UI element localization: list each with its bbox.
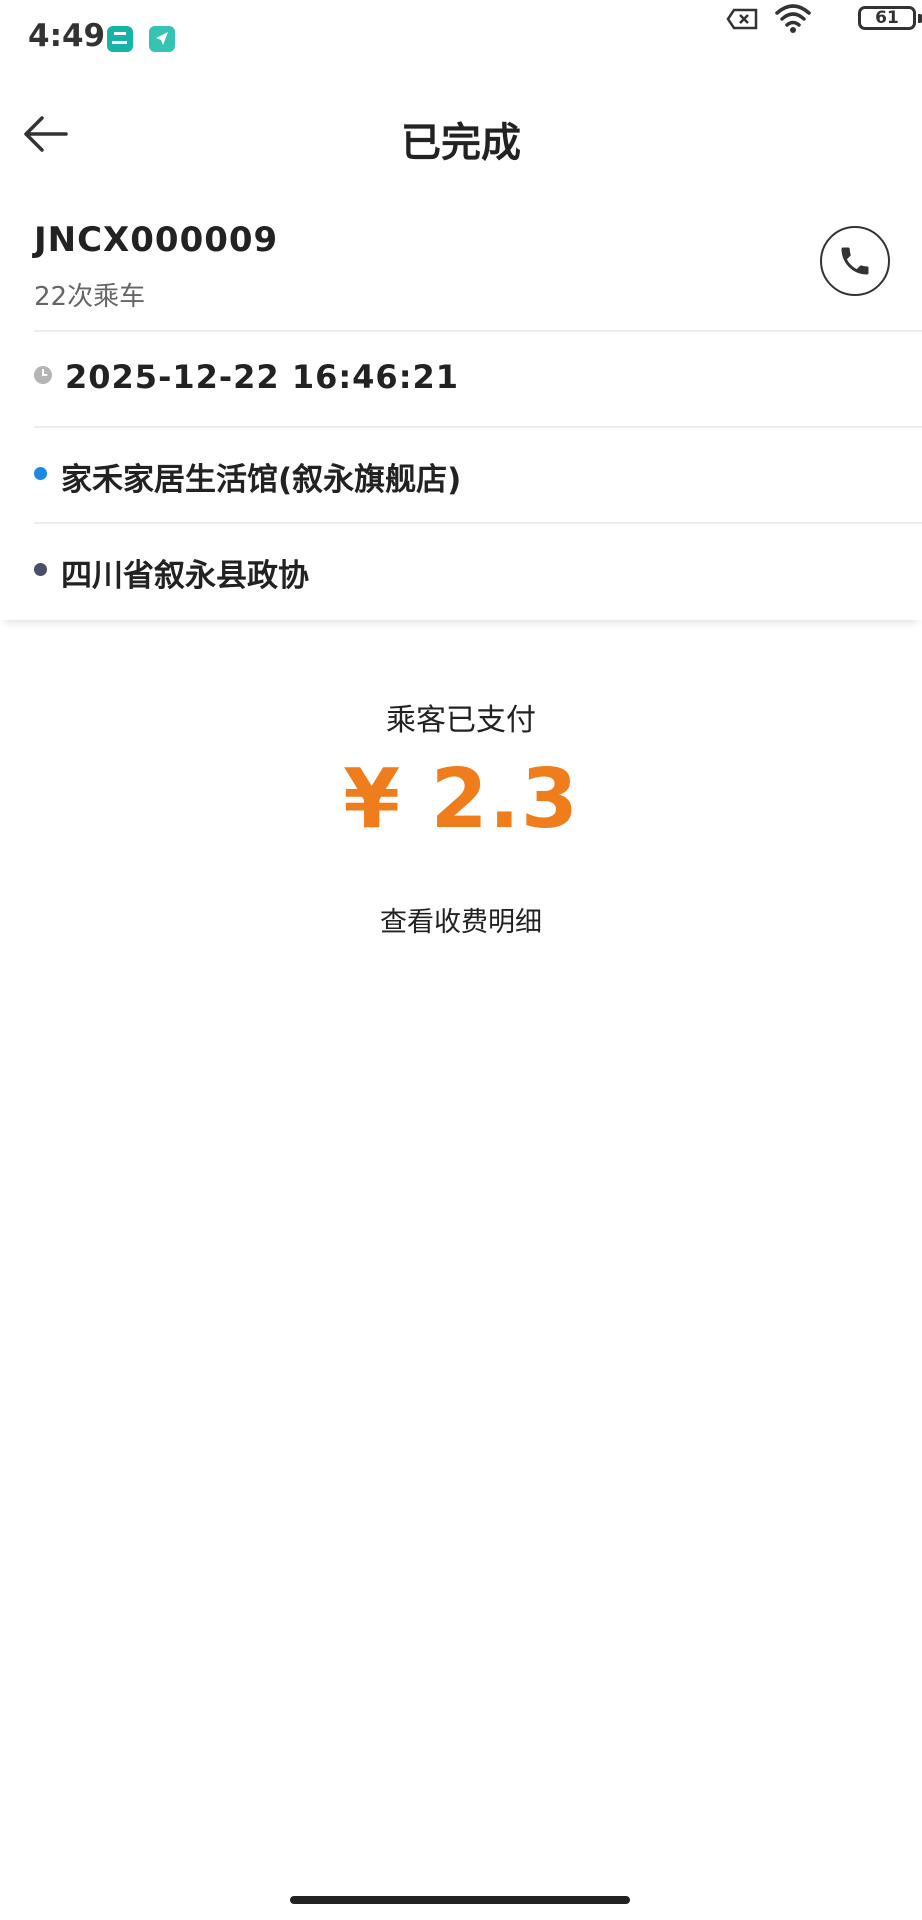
app-notification-icon: [107, 26, 133, 52]
clock-icon: [34, 366, 52, 384]
start-dot-icon: [34, 467, 47, 480]
battery-tip: [918, 14, 922, 23]
battery-icon: 61: [858, 6, 916, 30]
home-indicator[interactable]: [290, 1896, 630, 1904]
view-fee-details-label: 查看收费明细: [380, 907, 542, 938]
passenger-row: JNCX000009 22次乘车: [34, 192, 922, 332]
view-fee-details-link[interactable]: 查看收费明细: [0, 900, 922, 939]
start-location-row: 家禾家居生活馆(叙永旗舰店): [34, 426, 922, 524]
payment-status: 乘客已支付: [386, 703, 536, 738]
payment-amount: ¥ 2.3: [343, 752, 579, 847]
status-time: 4:49: [28, 18, 106, 54]
end-location-row: 四川省叙永县政协: [34, 522, 922, 618]
trip-time: 2025-12-22 16:46:21: [65, 358, 460, 396]
sim-error-icon: [726, 8, 758, 30]
wifi-icon: [775, 4, 811, 33]
ride-count: 22次乘车: [34, 282, 146, 312]
end-dot-icon: [34, 563, 47, 576]
phone-icon: [841, 247, 869, 275]
page-title: 已完成: [401, 120, 521, 166]
start-location: 家禾家居生活馆(叙永旗舰店): [61, 462, 462, 498]
navigation-app-icon: [149, 26, 175, 52]
end-location: 四川省叙永县政协: [61, 558, 309, 594]
trip-card: JNCX000009 22次乘车 2025-12-22 16:46:21 家禾家…: [0, 192, 922, 620]
status-bar: 4:49 61: [0, 0, 922, 80]
nav-bar: 已完成: [0, 80, 922, 192]
trip-time-row: 2025-12-22 16:46:21: [34, 330, 922, 428]
call-passenger-button[interactable]: [820, 226, 890, 296]
passenger-id: JNCX000009: [34, 220, 279, 260]
